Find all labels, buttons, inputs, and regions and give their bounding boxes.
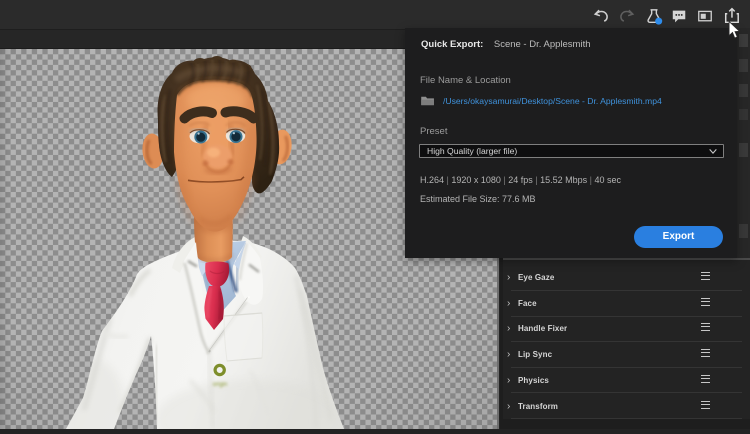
svg-text:origin: origin	[213, 382, 228, 388]
